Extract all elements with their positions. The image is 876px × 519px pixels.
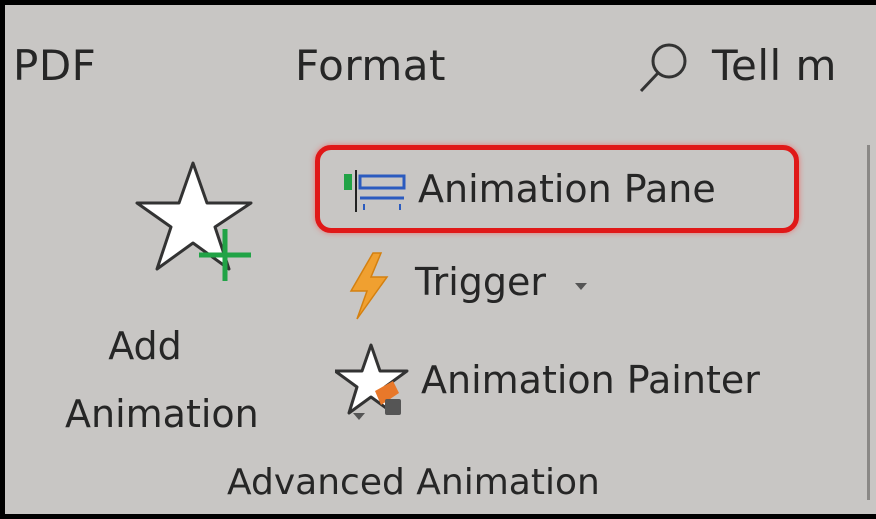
animation-pane-button[interactable]: Animation Pane <box>315 145 799 233</box>
ribbon-tabs: PDF Format Tell m <box>5 5 876 123</box>
animation-pane-icon <box>344 170 406 212</box>
trigger-label: Trigger <box>415 260 547 304</box>
add-animation-label-line1: Add <box>108 324 182 368</box>
lightning-icon <box>349 252 389 320</box>
ribbon-frame: PDF Format Tell m Add Animation Animatio… <box>0 0 876 519</box>
add-animation-button[interactable]: Add Animation <box>55 153 365 453</box>
animation-painter-button[interactable]: Animation Painter <box>335 341 835 417</box>
advanced-animation-group: Add Animation Animation Pane Trigger Ani… <box>5 123 876 514</box>
tab-format[interactable]: Format <box>295 45 446 87</box>
group-divider <box>867 145 870 500</box>
add-animation-label-line2: Animation <box>65 392 259 436</box>
trigger-button[interactable]: Trigger <box>345 251 625 321</box>
search-icon[interactable] <box>633 39 697 95</box>
chevron-down-icon <box>575 283 587 290</box>
star-brush-icon <box>335 343 409 415</box>
animation-painter-label: Animation Painter <box>421 358 760 402</box>
animation-pane-label: Animation Pane <box>418 167 716 211</box>
group-title: Advanced Animation <box>227 462 600 503</box>
tab-pdf[interactable]: PDF <box>13 45 96 87</box>
star-plus-icon <box>135 161 253 281</box>
tell-me-search[interactable]: Tell m <box>712 45 837 87</box>
